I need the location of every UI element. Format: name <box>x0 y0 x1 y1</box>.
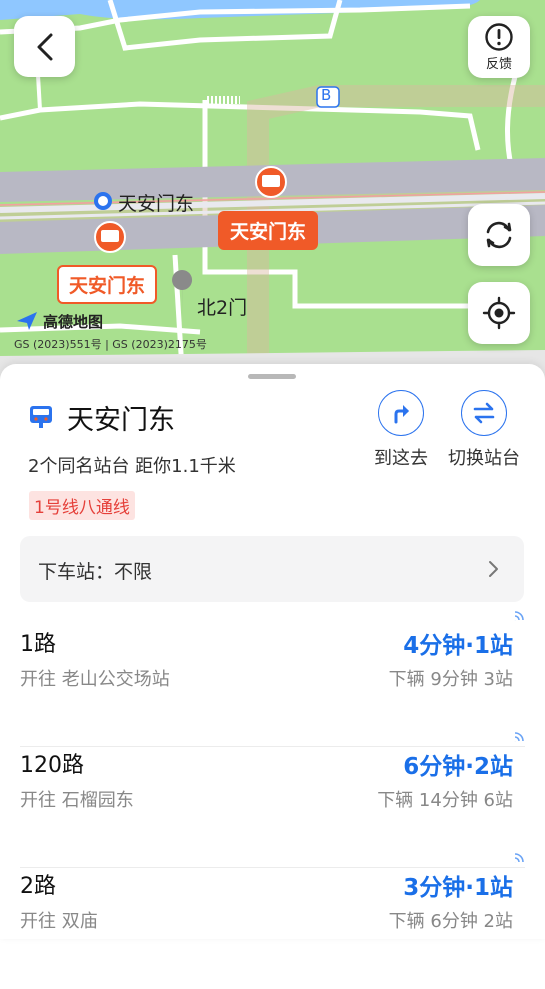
bus-station-icon <box>30 406 52 428</box>
switch-label: 切换站台 <box>448 448 520 469</box>
realtime-signal-icon <box>514 732 524 742</box>
exit-b-label[interactable]: B <box>321 86 331 104</box>
route-name: 2路 <box>20 874 56 899</box>
route-name: 1路 <box>20 632 56 657</box>
exit-label[interactable]: 北2门 <box>197 293 247 320</box>
getoff-label: 下车站：不限 <box>38 561 153 583</box>
feedback-button[interactable]: 反馈 <box>468 16 530 78</box>
route-destination: 开往 石榴园东 <box>20 790 134 811</box>
station-info: 2个同名站台 距你1.1千米 <box>28 456 236 477</box>
logo-text: 高德地图 <box>43 312 104 331</box>
switch-platform-button[interactable]: 切换站台 <box>445 390 523 470</box>
realtime-signal-icon <box>514 853 524 863</box>
route-destination: 开往 双庙 <box>20 911 98 932</box>
switch-circle <box>461 390 507 436</box>
map-view[interactable]: 天安门东 天安门东 天安门东 北2门 B 反馈 高德地图 GS (2023)55… <box>0 0 545 380</box>
amap-logo-icon <box>17 312 37 330</box>
line-badge[interactable]: 1号线八通线 <box>29 491 135 520</box>
feedback-label: 反馈 <box>485 57 512 72</box>
back-button[interactable] <box>14 16 75 77</box>
route-next-bus: 下辆 6分钟 2站 <box>388 911 513 932</box>
back-arrow-icon <box>37 33 52 60</box>
route-eta: 6分钟·2站 <box>403 754 513 780</box>
route-next-bus: 下辆 9分钟 3站 <box>388 669 513 690</box>
realtime-signal-icon <box>514 611 524 621</box>
getoff-station-selector[interactable]: 下车站：不限 <box>20 536 524 602</box>
locate-button[interactable] <box>468 282 530 344</box>
station-name: 天安门东 <box>67 405 175 436</box>
refresh-button[interactable] <box>468 204 530 266</box>
station-tag-right[interactable]: 天安门东 <box>218 211 319 250</box>
route-eta: 3分钟·1站 <box>403 875 513 901</box>
locate-icon <box>482 296 516 330</box>
route-next-bus: 下辆 14分钟 6站 <box>377 790 513 811</box>
goto-button[interactable]: 到这去 <box>370 390 432 470</box>
route-destination: 开往 老山公交场站 <box>20 669 170 690</box>
route-row[interactable]: 2路 开往 双庙 3分钟·1站 下辆 6分钟 2站 <box>20 853 525 989</box>
amap-logo: 高德地图 <box>15 310 103 332</box>
route-name: 120路 <box>20 753 84 778</box>
route-row[interactable]: 1路 开往 老山公交场站 4分钟·1站 下辆 9分钟 3站 <box>20 611 525 747</box>
map-copyright: GS (2023)551号 | GS (2023)2175号 <box>14 338 207 351</box>
goto-circle <box>378 390 424 436</box>
station-sheet: 天安门东 2个同名站台 距你1.1千米 1号线八通线 到这去 切换站台 下车站：… <box>0 364 545 939</box>
turn-arrow-icon <box>394 405 409 424</box>
route-eta: 4分钟·1站 <box>403 633 513 659</box>
bus-stop-label[interactable]: 天安门东 <box>118 189 194 216</box>
swap-icon <box>473 402 495 424</box>
chevron-right-icon <box>489 561 498 577</box>
drag-handle[interactable] <box>248 374 296 379</box>
station-tag-left[interactable]: 天安门东 <box>57 265 158 304</box>
feedback-icon <box>485 23 513 51</box>
goto-label: 到这去 <box>374 448 428 469</box>
route-row[interactable]: 120路 开往 石榴园东 6分钟·2站 下辆 14分钟 6站 <box>20 732 525 868</box>
refresh-icon <box>486 221 512 249</box>
